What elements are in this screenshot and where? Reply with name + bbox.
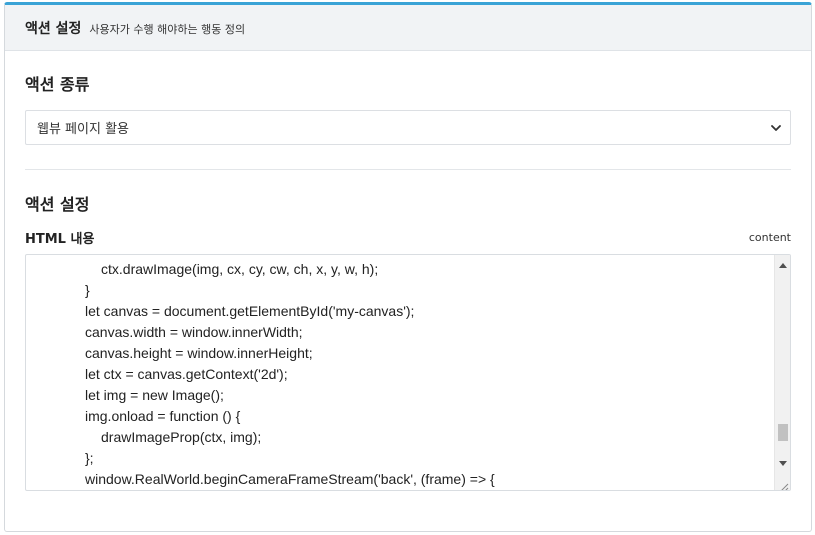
action-type-title: 액션 종류 [25, 75, 90, 94]
code-line: canvas.height = window.innerHeight; [85, 345, 313, 361]
code-line: let canvas = document.getElementById('my… [85, 303, 415, 319]
html-content-editor[interactable]: ctx.drawImage(img, cx, cy, cw, ch, x, y,… [25, 254, 791, 491]
html-content-field-row: HTML 내용 content [25, 228, 791, 247]
code-line: window.RealWorld.beginCameraFrameStream(… [85, 471, 495, 487]
scroll-up-arrow-icon[interactable] [775, 257, 790, 273]
field-key-label: content [748, 230, 791, 244]
code-line: drawImageProp(ctx, img); [101, 429, 262, 445]
action-type-select[interactable]: 웹뷰 페이지 활용 [25, 110, 791, 145]
html-content-label: HTML 내용 [25, 231, 95, 247]
action-settings-card: 액션 설정 사용자가 수행 해야하는 행동 정의 액션 종류 웹뷰 페이지 활용… [4, 2, 812, 532]
code-line: img.onload = function () { [85, 408, 241, 424]
editor-scrollbar[interactable] [774, 255, 790, 490]
section-divider [25, 169, 791, 170]
action-type-selected-value: 웹뷰 페이지 활용 [37, 122, 129, 137]
card-subtitle: 사용자가 수행 해야하는 행동 정의 [89, 22, 246, 36]
code-line: }; [85, 450, 94, 466]
resize-handle-icon[interactable] [777, 477, 789, 490]
card-header: 액션 설정 사용자가 수행 해야하는 행동 정의 [5, 5, 811, 51]
code-area[interactable]: ctx.drawImage(img, cx, cy, cw, ch, x, y,… [69, 259, 769, 490]
scroll-down-arrow-icon[interactable] [775, 456, 790, 472]
card-title: 액션 설정 [25, 20, 82, 37]
code-line: let ctx = canvas.getContext('2d'); [85, 366, 288, 382]
code-line: ctx.drawImage(img, cx, cy, cw, ch, x, y,… [101, 261, 379, 277]
code-line: } [85, 282, 90, 298]
code-line: canvas.width = window.innerWidth; [85, 324, 303, 340]
code-line: let img = new Image(); [85, 387, 224, 403]
chevron-down-icon [770, 122, 782, 134]
card-body: 액션 종류 웹뷰 페이지 활용 액션 설정 HTML 내용 content ct… [5, 75, 811, 491]
action-settings-title: 액션 설정 [25, 195, 90, 214]
scroll-thumb[interactable] [778, 424, 788, 442]
